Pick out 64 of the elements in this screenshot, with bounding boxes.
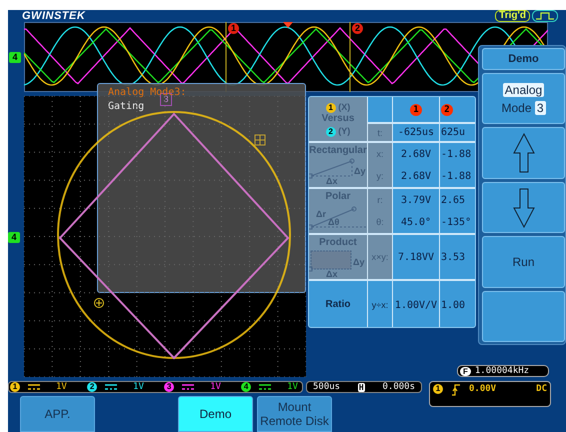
pulse-icon (532, 10, 558, 22)
value-cell-text: -135° (440, 216, 472, 228)
value-cell: 7.18VV (393, 235, 440, 279)
channel-number: 3 (164, 382, 174, 392)
channel-number: 4 (241, 382, 252, 392)
cursor-marker: 1 (410, 104, 422, 116)
mode-label: Gating (108, 101, 144, 112)
frequency-marker: F (460, 366, 471, 376)
grid-marker-icon (254, 134, 266, 146)
channel-scale: 1V (56, 382, 67, 392)
value-cell: 2.68V (393, 165, 440, 187)
variable-cell: y÷x: (368, 281, 393, 327)
cursor-marker: 2 (441, 104, 453, 116)
value-cell: 3.79V (393, 189, 440, 211)
down-softkey[interactable] (482, 182, 565, 234)
dc-coupling-icon (182, 384, 194, 390)
value-cell-text: -1.88 (440, 148, 472, 160)
value-cell-text: 1.00 (440, 300, 466, 310)
value-cell-text: -1.88 (440, 170, 472, 182)
brand-logo: GWINSTEK (22, 10, 86, 22)
mode-label: Ratio (326, 299, 350, 311)
channel-scale: 1V (287, 382, 298, 392)
blank-softkey[interactable] (482, 290, 565, 342)
value-cell: -625us (393, 124, 440, 141)
product-area-drawing (309, 250, 352, 272)
value-cell-text: 2.65 (440, 194, 466, 206)
timebase-scale: 500us (313, 382, 340, 392)
channel-scale: 1V (210, 382, 221, 392)
trigger-position-icon (283, 22, 293, 28)
cursor-marker: 1 (228, 23, 239, 34)
dc-coupling-icon (105, 384, 118, 390)
softkey-button[interactable]: Mount Remote Disk (257, 396, 332, 432)
trigger-status: Trig'd (495, 10, 530, 22)
value-cell: 2.68V (393, 143, 440, 165)
softkey-button[interactable]: APP. (20, 396, 95, 432)
trigger-level: 0.00V (469, 384, 496, 395)
up-softkey[interactable] (482, 127, 565, 179)
channel-marker: 4 (9, 52, 21, 63)
dc-coupling-icon (28, 384, 40, 390)
channel-marker: 4 (8, 232, 20, 243)
value-cell-text: 625u (440, 127, 466, 138)
channel-number: 2 (87, 382, 98, 392)
softkey-button[interactable]: Demo (178, 396, 253, 432)
circled-plus-icon (94, 298, 104, 308)
cursor-marker: 2 (352, 23, 363, 34)
trigger-source: 1 (433, 384, 443, 394)
horizontal-position-marker: H (358, 382, 365, 392)
up-arrow-icon (512, 133, 534, 174)
mode-softkey[interactable]: Analog Mode 3 (482, 73, 565, 124)
value-cell-text: 3.53 (440, 252, 466, 262)
polar-diagram-drawing (309, 206, 368, 230)
run-softkey[interactable]: Run (482, 236, 565, 288)
horizontal-position: 0.000s (382, 382, 415, 392)
down-arrow-icon (512, 188, 534, 228)
rising-edge-icon (451, 384, 461, 396)
value-cell: 1.00V/V (393, 281, 440, 327)
channel-scale: 1V (133, 382, 144, 392)
value-cell: 45.0° (393, 211, 440, 233)
rectangular-diagram-drawing (309, 158, 354, 178)
dc-coupling-icon (259, 384, 272, 390)
channel-number: 1 (10, 382, 20, 392)
trigger-coupling: DC (536, 384, 547, 395)
frequency-value: 1.00004kHz (474, 366, 530, 376)
menu-title: Demo (482, 48, 565, 70)
